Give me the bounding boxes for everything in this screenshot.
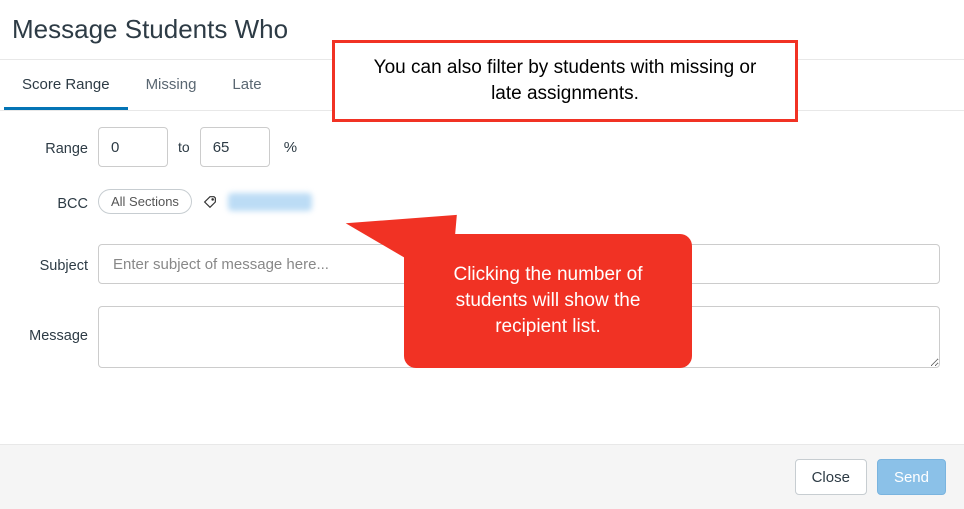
range-label: Range	[0, 137, 98, 157]
annotation-recipient-tip: Clicking the number of students will sho…	[404, 234, 692, 368]
send-button[interactable]: Send	[877, 459, 946, 495]
recipient-count-link[interactable]	[228, 193, 312, 211]
range-unit: %	[284, 139, 297, 156]
close-button[interactable]: Close	[795, 459, 867, 495]
bcc-sections-chip[interactable]: All Sections	[98, 189, 192, 214]
annotation-filter-tip: You can also filter by students with mis…	[332, 40, 798, 122]
bcc-label: BCC	[0, 192, 98, 212]
tab-score-range[interactable]: Score Range	[4, 60, 128, 110]
tag-icon	[202, 194, 218, 210]
range-from-input[interactable]	[98, 127, 168, 167]
message-label: Message	[0, 306, 98, 344]
range-to-input[interactable]	[200, 127, 270, 167]
tab-late[interactable]: Late	[214, 60, 279, 110]
subject-label: Subject	[0, 254, 98, 274]
range-to-word: to	[178, 139, 190, 155]
footer: Close Send	[0, 444, 964, 509]
tab-missing[interactable]: Missing	[128, 60, 215, 110]
